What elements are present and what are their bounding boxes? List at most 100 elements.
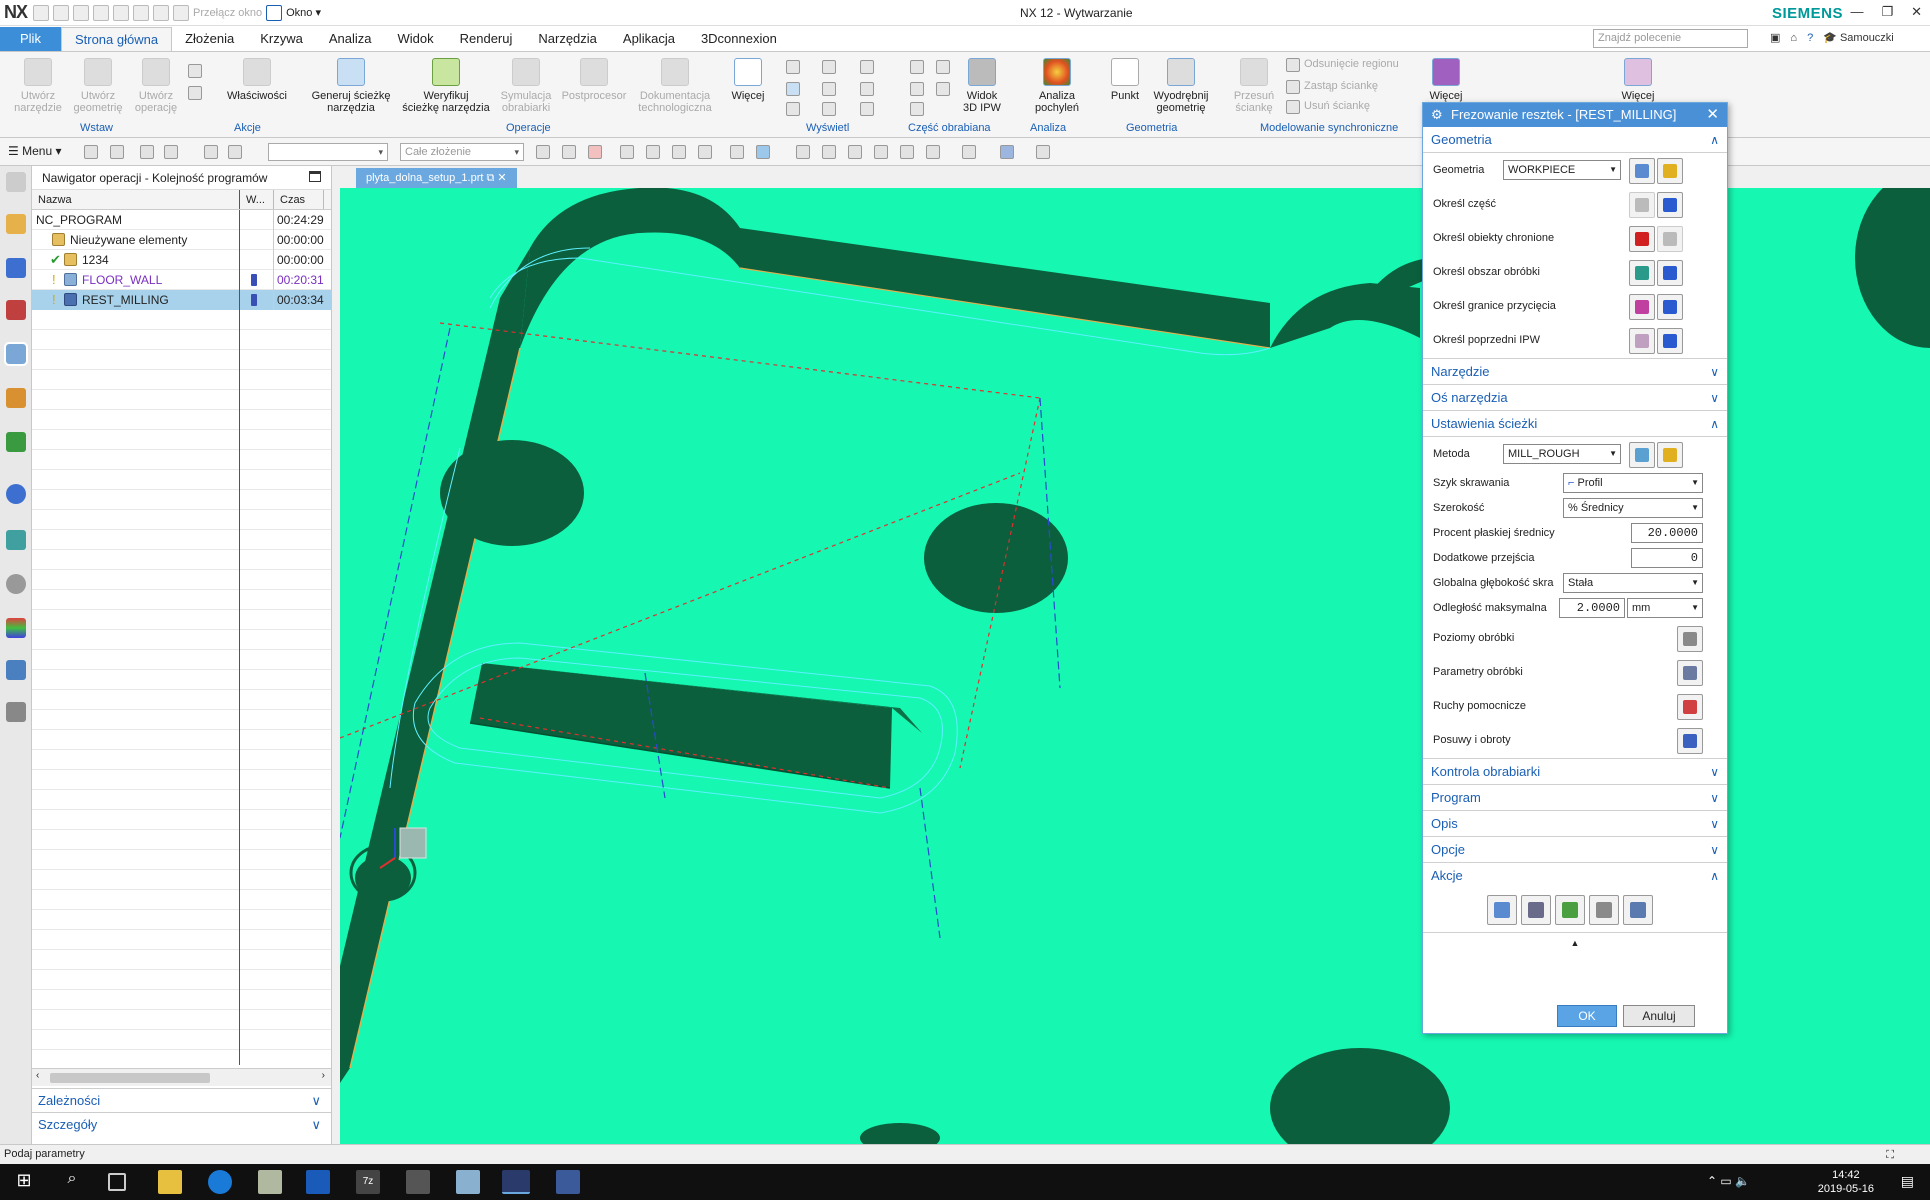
constraint-navigator-icon[interactable] [6, 258, 26, 278]
section-geometry[interactable]: Geometria ∧ [1423, 127, 1727, 153]
tray-icons[interactable]: ⌃ ▭ 🔈 [1707, 1174, 1750, 1188]
simulate-button[interactable]: Symulacja obrabiarki [496, 58, 556, 114]
column-time[interactable]: Czas [274, 190, 324, 209]
additional-passes-input[interactable]: 0 [1631, 548, 1703, 568]
notifications-icon[interactable]: ▤ [1901, 1173, 1914, 1190]
display-icon-4[interactable] [860, 82, 874, 96]
cut-pattern-select[interactable]: ⌐ Profil ▼ [1563, 473, 1703, 493]
more-operations-button[interactable]: Więcej [728, 58, 768, 102]
section-path-settings[interactable]: Ustawienia ścieżki ∧ [1423, 411, 1727, 437]
file-tab[interactable]: plyta_dolna_setup_1.prt ⧉ ✕ [356, 168, 517, 188]
point-button[interactable]: Punkt [1104, 58, 1146, 102]
undo-icon[interactable] [53, 4, 70, 21]
tree-row-unused[interactable]: Nieużywane elementy 00:00:00 [32, 230, 331, 250]
view-icon-1[interactable] [796, 145, 810, 159]
cut-levels-button[interactable] [1677, 626, 1703, 652]
app-icon-1[interactable] [258, 1170, 282, 1194]
curve-icon[interactable] [822, 82, 836, 96]
draft-analysis-button[interactable]: Analiza pochyleń [1026, 58, 1088, 114]
create-geometry-button[interactable]: Utwórz geometrię [70, 58, 126, 114]
select-part-button[interactable] [1629, 192, 1655, 218]
part-navigator-icon[interactable] [6, 300, 26, 320]
offset-region-icon[interactable] [1286, 58, 1300, 72]
snap-icon-8[interactable] [730, 145, 744, 159]
generate-path-button[interactable]: Generuj ścieżkę narzędzia [306, 58, 396, 114]
nx-taskbar-icon[interactable] [502, 1170, 530, 1194]
display-path-icon[interactable] [786, 82, 800, 96]
paste-icon[interactable] [133, 4, 150, 21]
circle-icon[interactable] [822, 102, 836, 116]
postprocessor-button[interactable]: Postprocesor [558, 58, 630, 102]
redo-icon[interactable] [73, 4, 90, 21]
user-menu[interactable]: 🎓 Samouczki [1823, 31, 1894, 44]
stepover-select[interactable]: % Średnicy ▼ [1563, 498, 1703, 518]
display-part-button[interactable] [1657, 192, 1683, 218]
scroll-right-icon[interactable]: › [322, 1070, 325, 1081]
view-icon-4[interactable] [900, 145, 914, 159]
machine-tool-navigator-icon[interactable] [6, 388, 26, 408]
history-icon[interactable] [6, 530, 26, 550]
create-tool-button[interactable]: Utwórz narzędzie [12, 58, 64, 114]
operation-navigator-icon[interactable] [4, 342, 28, 366]
new-method-button[interactable] [1629, 442, 1655, 468]
switch-window-button[interactable]: Przełącz okno [193, 7, 262, 19]
machining-part-icon-1[interactable] [910, 60, 924, 74]
assembly-filter-combo[interactable]: Całe złożenie ▾ [400, 143, 524, 161]
close-dialog-icon[interactable]: ✕ [1706, 103, 1719, 127]
tree-row-floor-wall[interactable]: ! FLOOR_WALL 00:20:31 [32, 270, 331, 290]
section-options[interactable]: Opcje ∨ [1423, 837, 1727, 863]
machining-part-icon-3[interactable] [910, 102, 924, 116]
verify-button[interactable] [1555, 895, 1585, 925]
insert-small-icon-2[interactable] [188, 86, 202, 100]
section-tool[interactable]: Narzędzie ∨ [1423, 359, 1727, 385]
snap-icon-4[interactable] [620, 145, 634, 159]
tab-tools[interactable]: Narzędzia [525, 27, 610, 51]
offset-region-label[interactable]: Odsunięcie regionu [1304, 58, 1399, 70]
restore-button[interactable]: ❐ [1881, 4, 1893, 20]
machining-part-icon-5[interactable] [936, 82, 950, 96]
cutting-params-button[interactable] [1677, 660, 1703, 686]
close-button[interactable]: ✕ [1911, 4, 1922, 20]
command-search-input[interactable]: Znajdź polecenie [1593, 29, 1748, 48]
replace-face-label[interactable]: Zastąp ściankę [1304, 80, 1378, 92]
repeat-command-icon[interactable] [153, 4, 170, 21]
machining-part-icon-4[interactable] [936, 60, 950, 74]
search-icon[interactable]: ⌕ [60, 1170, 84, 1194]
verify-path-button[interactable]: Weryfikuj ścieżkę narzędzia [398, 58, 494, 114]
7zip-icon[interactable]: 7z [356, 1170, 380, 1194]
tab-home[interactable]: Strona główna [60, 27, 173, 51]
geometry-select[interactable]: WORKPIECE ▼ [1503, 160, 1621, 180]
extract-geometry-button[interactable]: Wyodrębnij geometrię [1148, 58, 1214, 114]
machining-part-icon-2[interactable] [910, 82, 924, 96]
snap-icon-9[interactable] [756, 145, 770, 159]
web-browser-icon[interactable] [6, 484, 26, 504]
list-button[interactable] [1589, 895, 1619, 925]
max-distance-unit-select[interactable]: mm ▼ [1627, 598, 1703, 618]
generate-button[interactable] [1487, 895, 1517, 925]
maximize-navigator-icon[interactable] [309, 171, 321, 182]
section-description[interactable]: Opis ∨ [1423, 811, 1727, 837]
ok-button[interactable]: OK [1557, 1005, 1617, 1027]
delete-face-icon[interactable] [1286, 100, 1300, 114]
display-ipw-button[interactable] [1657, 328, 1683, 354]
select-icon-1[interactable] [84, 145, 98, 159]
documentation-button[interactable]: Dokumentacja technologiczna [632, 58, 718, 114]
scroll-left-icon[interactable]: ‹ [36, 1070, 39, 1081]
properties-button[interactable]: Właściwości [222, 58, 292, 102]
feeds-speeds-button[interactable] [1677, 728, 1703, 754]
fullscreen-icon[interactable]: ⌂ [1790, 32, 1797, 44]
navigator-hscroll[interactable]: ‹ › [32, 1068, 331, 1086]
help-icon[interactable]: ? [1807, 32, 1813, 44]
select-icon-2[interactable] [110, 145, 124, 159]
tree-row-1234[interactable]: ✔ 1234 00:00:00 [32, 250, 331, 270]
view-3d-ipw-button[interactable]: Widok 3D IPW [956, 58, 1008, 114]
shop-doc-button[interactable] [1623, 895, 1653, 925]
new-geometry-button[interactable] [1629, 158, 1655, 184]
assembly-navigator-icon[interactable] [6, 214, 26, 234]
select-trim-button[interactable] [1629, 294, 1655, 320]
view-icon-6[interactable] [962, 145, 976, 159]
feature-group-navigator-icon[interactable] [6, 432, 26, 452]
tab-file[interactable]: Plik [0, 27, 61, 51]
close-tab-icon[interactable]: ✕ [497, 172, 506, 184]
tree-row-rest-milling[interactable]: ! REST_MILLING 00:03:34 [32, 290, 331, 310]
